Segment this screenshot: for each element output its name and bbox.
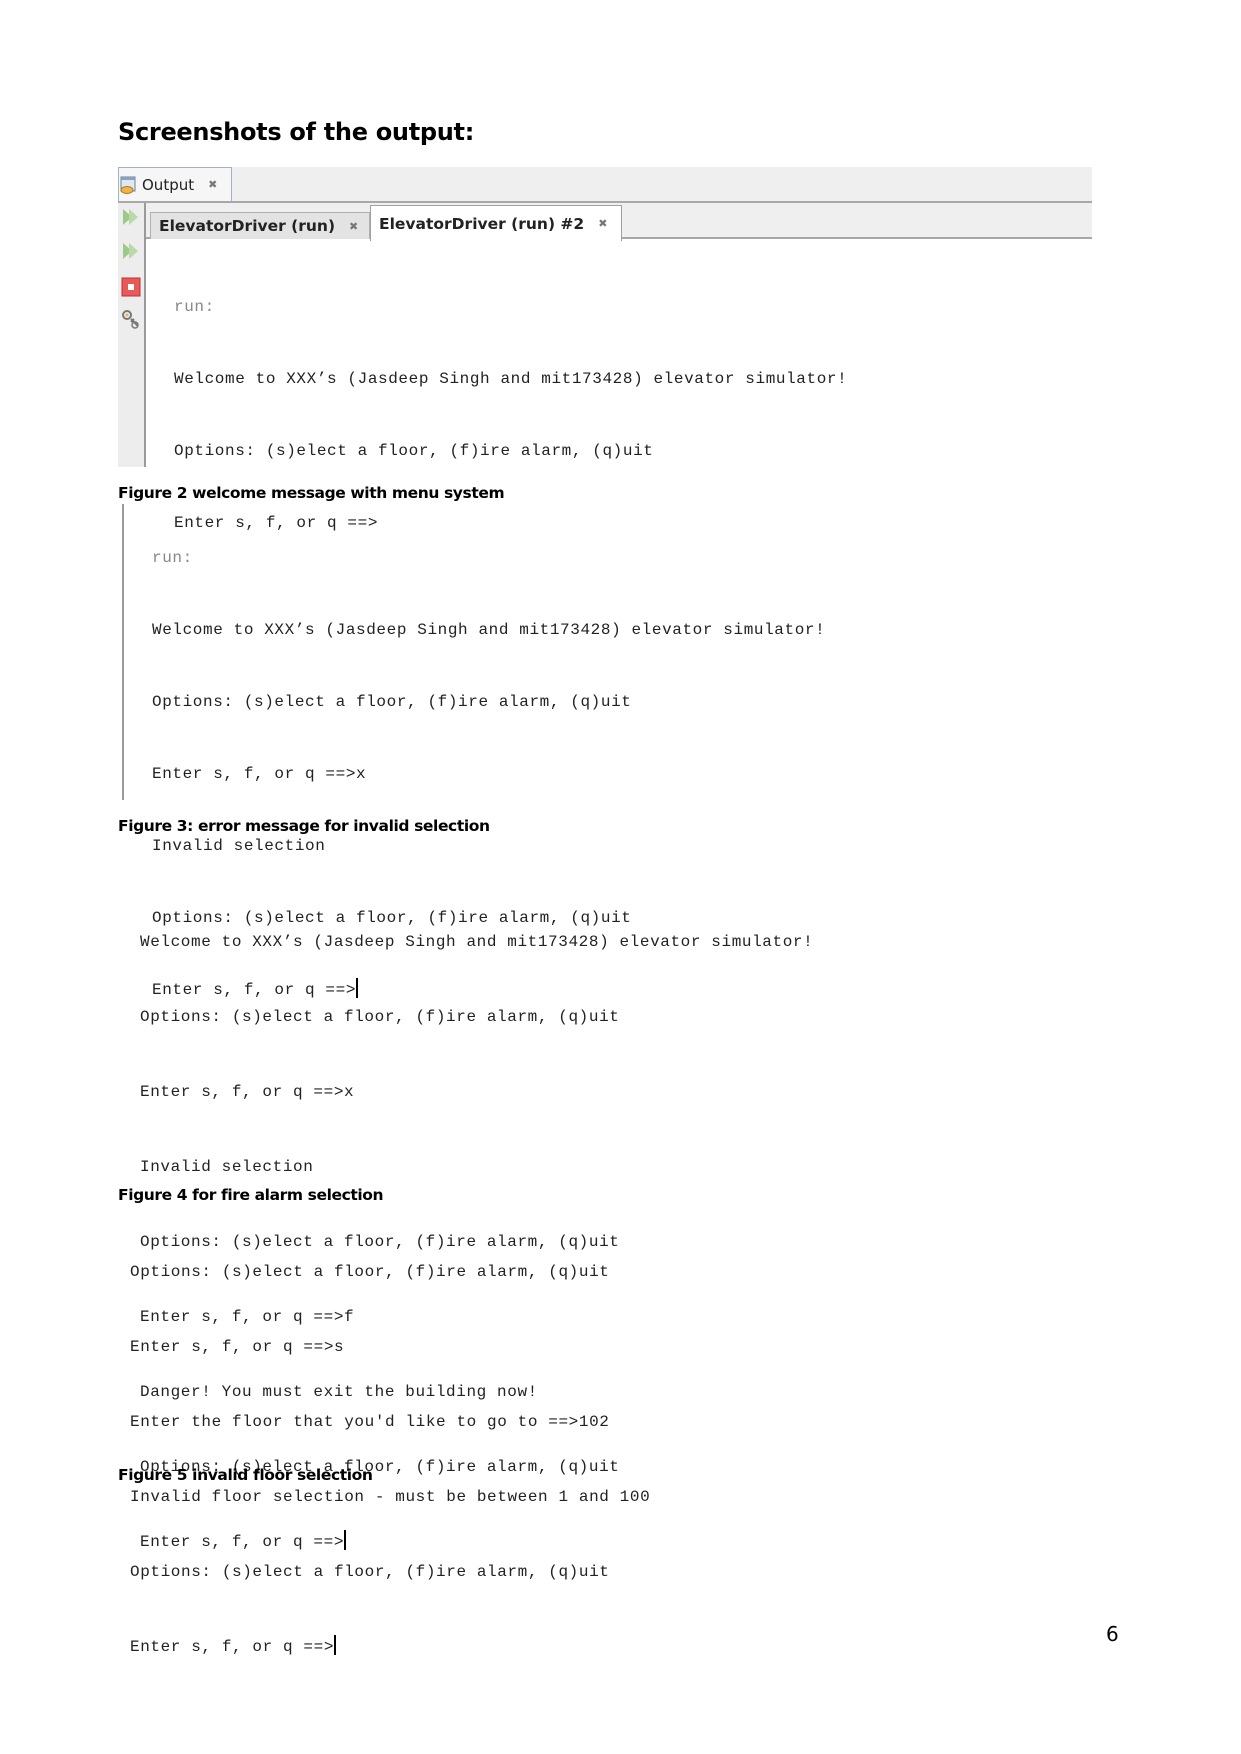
output-tab[interactable]: Output ✖: [118, 167, 232, 201]
panel-border: [122, 504, 124, 800]
tab-elevatordriver-run-2[interactable]: ElevatorDriver (run) #2 ✖: [370, 205, 622, 241]
console-line: Invalid floor selection - must be betwee…: [130, 1488, 651, 1506]
console-line: run:: [174, 298, 215, 316]
output-tabbar: [118, 167, 1092, 203]
console-line: Enter s, f, or q ==>s: [130, 1338, 345, 1356]
console-line: Enter the floor that you'd like to go to…: [130, 1413, 610, 1431]
figure-caption: Figure 5 invalid floor selection: [118, 1466, 373, 1484]
settings-icon[interactable]: [121, 309, 141, 329]
console-line: run:: [152, 549, 193, 567]
close-icon[interactable]: ✖: [208, 178, 217, 191]
console-line: Invalid selection: [140, 1158, 314, 1176]
page-number: 6: [1106, 1622, 1119, 1646]
rerun-icon[interactable]: [121, 207, 141, 227]
figure-caption: Figure 4 for fire alarm selection: [118, 1186, 384, 1204]
console-line: Welcome to XXX’s (Jasdeep Singh and mit1…: [140, 933, 814, 951]
console-screenshot-invalid-floor: Options: (s)elect a floor, (f)ire alarm,…: [130, 1210, 650, 1685]
console-line: Enter s, f, or q ==>x: [152, 765, 367, 783]
output-window-icon: [120, 176, 136, 194]
console-line: Options: (s)elect a floor, (f)ire alarm,…: [174, 442, 654, 460]
figure-caption: Figure 3: error message for invalid sele…: [118, 817, 490, 835]
tab-label: ElevatorDriver (run) #2: [379, 214, 585, 233]
console-line: Enter s, f, or q ==>x: [140, 1083, 355, 1101]
text-cursor: [334, 1635, 337, 1655]
console-line: Invalid selection: [152, 837, 326, 855]
close-icon[interactable]: ✖: [349, 220, 358, 233]
console-line: Options: (s)elect a floor, (f)ire alarm,…: [152, 693, 632, 711]
output-tab-label: Output: [142, 175, 195, 194]
console-line: Enter s, f, or q ==>: [130, 1638, 335, 1656]
console-line: Welcome to XXX’s (Jasdeep Singh and mit1…: [152, 621, 826, 639]
console-screenshot-invalid-selection: run: Welcome to XXX’s (Jasdeep Singh and…: [118, 504, 825, 999]
tab-elevatordriver-run[interactable]: ElevatorDriver (run) ✖: [150, 212, 370, 239]
tab-label: ElevatorDriver (run): [159, 217, 336, 235]
console-input-line[interactable]: Enter s, f, or q ==>: [130, 1635, 650, 1660]
stop-icon[interactable]: [121, 277, 141, 297]
console-line: Welcome to XXX’s (Jasdeep Singh and mit1…: [174, 370, 848, 388]
section-heading: Screenshots of the output:: [118, 118, 475, 146]
console-line: Options: (s)elect a floor, (f)ire alarm,…: [140, 1008, 620, 1026]
console-line: Options: (s)elect a floor, (f)ire alarm,…: [130, 1263, 610, 1281]
rerun-icon[interactable]: [121, 241, 141, 261]
ide-output-screenshot: Output ✖ ElevatorDriver (run) ✖ Elevator…: [118, 167, 1092, 532]
console-line: Options: (s)elect a floor, (f)ire alarm,…: [130, 1563, 610, 1581]
close-icon[interactable]: ✖: [598, 217, 607, 230]
